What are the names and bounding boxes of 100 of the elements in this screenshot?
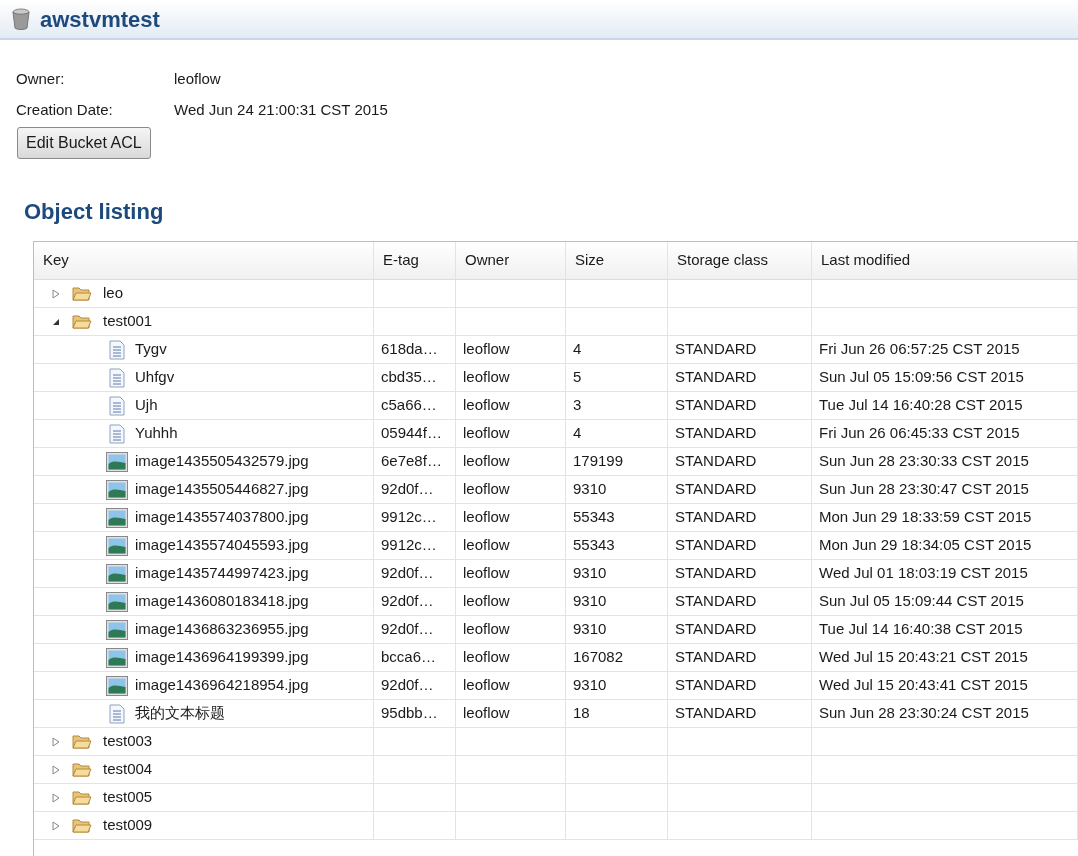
last-modified-cell-text: Mon Jun 29 18:33:59 CST 2015 xyxy=(819,507,1032,528)
document-icon xyxy=(109,703,125,724)
column-header[interactable]: Key xyxy=(34,242,374,279)
etag-cell-text: 92d0f… xyxy=(381,563,434,584)
object-key[interactable]: test005 xyxy=(103,786,153,809)
bucket-title: awstvmtest xyxy=(40,5,160,34)
etag-cell-text: 9912c… xyxy=(381,535,437,556)
owner-cell-text: leoflow xyxy=(463,703,510,724)
last-modified-cell-text: Sun Jun 28 23:30:33 CST 2015 xyxy=(819,451,1029,472)
document-icon xyxy=(109,395,125,416)
storage-class-cell-text: STANDARD xyxy=(675,703,757,724)
storage-class-cell-text: STANDARD xyxy=(675,647,757,668)
object-key[interactable]: image1436964199399.jpg xyxy=(135,646,309,669)
size-cell-text: 55343 xyxy=(573,535,615,556)
last-modified-cell-text: Wed Jul 15 20:43:41 CST 2015 xyxy=(819,675,1028,696)
owner-cell-text: leoflow xyxy=(463,591,510,612)
size-cell-text: 3 xyxy=(573,395,582,416)
object-key[interactable]: image1435505446827.jpg xyxy=(135,478,309,501)
object-key[interactable]: image1435574045593.jpg xyxy=(135,534,309,557)
collapse-arrow-icon[interactable] xyxy=(52,317,60,326)
storage-class-cell-text: STANDARD xyxy=(675,591,757,612)
column-header[interactable]: E-tag xyxy=(374,242,456,279)
object-key[interactable]: image1435574037800.jpg xyxy=(135,506,309,529)
info-label: Owner: xyxy=(16,68,66,89)
expand-arrow-icon[interactable] xyxy=(52,820,60,831)
owner-cell-text: leoflow xyxy=(463,507,510,528)
size-cell-text: 4 xyxy=(573,423,582,444)
document-icon xyxy=(109,423,125,444)
size-cell-text: 18 xyxy=(573,703,590,724)
object-key[interactable]: image1436863236955.jpg xyxy=(135,618,309,641)
object-key[interactable]: image1436964218954.jpg xyxy=(135,674,309,697)
picture-icon xyxy=(106,619,128,640)
folder-icon xyxy=(72,789,92,806)
etag-cell-text: bcca6… xyxy=(381,647,437,668)
storage-class-cell-text: STANDARD xyxy=(675,339,757,360)
etag-cell-text: 92d0f… xyxy=(381,619,434,640)
owner-cell-text: leoflow xyxy=(463,647,510,668)
storage-class-cell-text: STANDARD xyxy=(675,507,757,528)
owner-cell-text: leoflow xyxy=(463,535,510,556)
picture-icon xyxy=(106,507,128,528)
etag-cell-text: 05944f… xyxy=(381,423,442,444)
object-key[interactable]: Ujh xyxy=(135,394,158,417)
owner-cell-text: leoflow xyxy=(463,423,510,444)
etag-cell-text: 92d0f… xyxy=(381,479,434,500)
last-modified-cell-text: Fri Jun 26 06:57:25 CST 2015 xyxy=(819,339,1020,360)
owner-cell-text: leoflow xyxy=(463,367,510,388)
last-modified-cell-text: Sun Jul 05 15:09:44 CST 2015 xyxy=(819,591,1024,612)
size-cell-text: 9310 xyxy=(573,479,607,500)
object-key[interactable]: Tygv xyxy=(135,338,167,361)
last-modified-cell-text: Mon Jun 29 18:34:05 CST 2015 xyxy=(819,535,1032,556)
expand-arrow-icon[interactable] xyxy=(52,288,60,299)
expand-arrow-icon[interactable] xyxy=(52,792,60,803)
last-modified-cell-text: Wed Jul 15 20:43:21 CST 2015 xyxy=(819,647,1028,668)
last-modified-cell-text: Sun Jun 28 23:30:24 CST 2015 xyxy=(819,703,1029,724)
folder-icon xyxy=(72,733,92,750)
object-key[interactable]: image1435505432579.jpg xyxy=(135,450,309,473)
info-label: Creation Date: xyxy=(16,99,114,120)
edit-acl-button[interactable]: Edit Bucket ACL xyxy=(17,127,151,159)
folder-icon xyxy=(72,817,92,834)
folder-icon xyxy=(72,313,92,330)
object-key[interactable]: test004 xyxy=(103,758,153,781)
object-key[interactable]: Uhfgv xyxy=(135,366,175,389)
column-header[interactable]: Owner xyxy=(456,242,566,279)
picture-icon xyxy=(106,451,128,472)
etag-cell-text: 95dbb… xyxy=(381,703,438,724)
object-key[interactable]: Yuhhh xyxy=(135,422,178,445)
size-cell-text: 5 xyxy=(573,367,582,388)
expand-arrow-icon[interactable] xyxy=(52,736,60,747)
column-header[interactable]: Last modified xyxy=(812,242,1078,279)
last-modified-cell-text: Wed Jul 01 18:03:19 CST 2015 xyxy=(819,563,1028,584)
last-modified-cell-text: Sun Jul 05 15:09:56 CST 2015 xyxy=(819,367,1024,388)
etag-cell-text: 6e7e8f… xyxy=(381,451,442,472)
picture-icon xyxy=(106,647,128,668)
column-header[interactable]: Storage class xyxy=(668,242,812,279)
picture-icon xyxy=(106,563,128,584)
bucket-icon xyxy=(12,8,30,30)
expand-arrow-icon[interactable] xyxy=(52,764,60,775)
last-modified-cell-text: Tue Jul 14 16:40:28 CST 2015 xyxy=(819,395,1023,416)
picture-icon xyxy=(106,591,128,612)
owner-cell-text: leoflow xyxy=(463,563,510,584)
folder-icon xyxy=(72,285,92,302)
storage-class-cell-text: STANDARD xyxy=(675,535,757,556)
column-header[interactable]: Size xyxy=(566,242,668,279)
object-key[interactable]: leo xyxy=(103,282,124,305)
picture-icon xyxy=(106,479,128,500)
folder-icon xyxy=(72,761,92,778)
etag-cell-text: 92d0f… xyxy=(381,591,434,612)
object-key[interactable]: test001 xyxy=(103,310,153,333)
document-icon xyxy=(109,339,125,360)
owner-cell-text: leoflow xyxy=(463,479,510,500)
storage-class-cell-text: STANDARD xyxy=(675,423,757,444)
object-key[interactable]: image1435744997423.jpg xyxy=(135,562,309,585)
object-key[interactable]: test009 xyxy=(103,814,153,837)
document-icon xyxy=(109,367,125,388)
object-key[interactable]: image1436080183418.jpg xyxy=(135,590,309,613)
last-modified-cell-text: Tue Jul 14 16:40:38 CST 2015 xyxy=(819,619,1023,640)
object-key[interactable]: test003 xyxy=(103,730,153,753)
etag-cell-text: c5a66… xyxy=(381,395,437,416)
etag-cell-text: 618da… xyxy=(381,339,438,360)
object-key[interactable]: 我的文本标题 xyxy=(135,702,225,725)
